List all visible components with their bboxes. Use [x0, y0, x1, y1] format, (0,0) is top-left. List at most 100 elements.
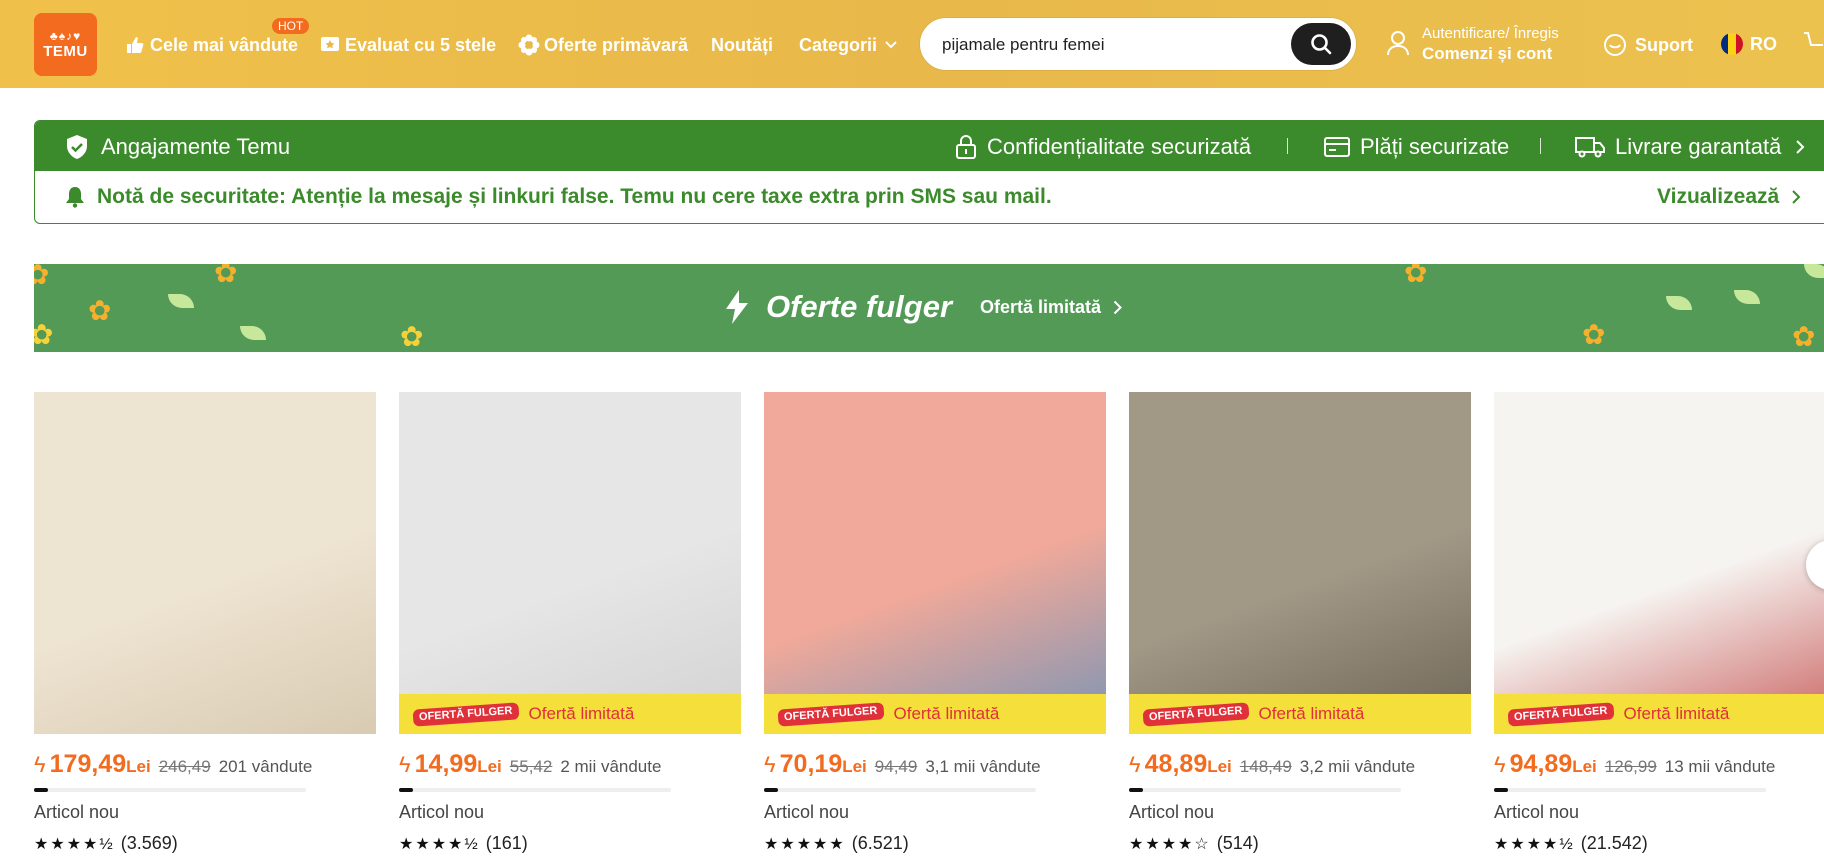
currency: Lei [126, 757, 151, 776]
currency: Lei [477, 757, 502, 776]
chevron-right-icon [1795, 139, 1805, 155]
product-card[interactable]: OFERTĂ FULGER Ofertă limitată ϟ 70,19 Le… [764, 392, 1106, 854]
product-card[interactable]: OFERTĂ FULGER Ofertă limitată ϟ 94,89 Le… [1494, 392, 1824, 854]
search-input[interactable] [942, 33, 1282, 57]
limited-offer-tag-label: Ofertă limitată [528, 704, 635, 723]
account-login-label: Autentificare/ Înregis [1422, 25, 1559, 42]
nav-news[interactable]: Noutăți [711, 33, 773, 57]
view-link[interactable]: Vizualizează [1657, 185, 1801, 209]
language-selector[interactable]: RO [1721, 33, 1777, 55]
security-notice-label: Notă de securitate: Atenție la mesaje și… [97, 185, 1052, 208]
lightning-icon: ϟ [34, 752, 46, 777]
product-card[interactable]: OFERTĂ FULGER Ofertă limitată ϟ 48,89 Le… [1129, 392, 1471, 854]
product-image[interactable]: OFERTĂ FULGER Ofertă limitată [399, 392, 741, 734]
commitments-header[interactable]: Angajamente Temu Confidențialitate secur… [35, 121, 1824, 171]
product-card[interactable]: OFERTĂ FULGER Ofertă limitată ϟ 14,99 Le… [399, 392, 741, 854]
review-count: (3.569) [120, 833, 178, 853]
product-card[interactable]: ϟ 179,49 Lei 246,49 201 vândute Articol … [34, 392, 376, 854]
lightning-icon: ϟ [1494, 752, 1506, 777]
flash-deals-banner[interactable]: ✿ ✿ ✿ ✿ ✿ ✿ ✿ ✿ Oferte fulger Ofertă lim… [34, 264, 1824, 352]
temu-logo[interactable]: ♣♠♪♥ TEMU [34, 13, 97, 76]
flower-icon [518, 34, 540, 56]
star-badge-icon [319, 34, 341, 56]
new-item-label: Articol nou [764, 802, 850, 822]
cart-icon[interactable] [1803, 30, 1824, 54]
sold-progress-bar [1129, 788, 1401, 792]
security-notice[interactable]: Notă de securitate: Atenție la mesaje și… [35, 171, 1824, 223]
lightning-icon [724, 289, 750, 325]
leaf-decoration [1666, 296, 1692, 310]
nav-bestsellers-label: Cele mai vândute [150, 34, 299, 55]
logo-text: TEMU [43, 43, 88, 60]
currency: Lei [1207, 757, 1232, 776]
search-button[interactable] [1291, 23, 1351, 65]
old-price: 246,49 [158, 757, 211, 776]
new-item-label: Articol nou [34, 802, 120, 822]
flash-deal-badge: OFERTĂ FULGER [777, 701, 884, 727]
current-price: 14,99 [414, 750, 478, 778]
rating-row: ★★★★★ (6.521) [764, 833, 1106, 854]
product-image[interactable] [34, 392, 376, 734]
bell-icon [65, 186, 85, 208]
hot-badge: HOT [272, 18, 310, 34]
sold-progress-fill [1129, 788, 1143, 792]
star-rating-icon: ★★★★½ [1494, 835, 1575, 853]
old-price: 126,99 [1604, 757, 1657, 776]
account-orders-label: Comenzi și cont [1422, 44, 1553, 63]
price-row: ϟ 94,89 Lei 126,99 13 mii vândute [1494, 750, 1824, 780]
nav-spring-offers[interactable]: Oferte primăvară [518, 33, 688, 57]
privacy-commitment[interactable]: Confidențialitate securizată [955, 134, 1251, 160]
security-notice-text: Notă de securitate: Atenție la mesaje și… [65, 185, 1052, 209]
chevron-right-icon [1113, 300, 1122, 315]
flower-decoration: ✿ [34, 319, 54, 350]
old-price: 55,42 [509, 757, 553, 776]
flower-decoration: ✿ [1582, 319, 1606, 350]
flash-deal-tag: OFERTĂ FULGER Ofertă limitată [1129, 694, 1471, 734]
logo-symbols: ♣♠♪♥ [49, 29, 82, 43]
product-image[interactable]: OFERTĂ FULGER Ofertă limitată [764, 392, 1106, 734]
sold-progress-bar [764, 788, 1036, 792]
flower-decoration: ✿ [1792, 321, 1816, 352]
sold-progress-fill [34, 788, 48, 792]
leaf-decoration [240, 326, 266, 340]
star-rating-icon: ★★★★★ [764, 835, 846, 853]
sold-progress-bar [34, 788, 306, 792]
review-count: (21.542) [1580, 833, 1648, 853]
price-row: ϟ 70,19 Lei 94,49 3,1 mii vândute [764, 750, 1106, 780]
chevron-down-icon [885, 41, 897, 49]
lock-icon [955, 134, 977, 160]
star-rating-icon: ★★★★½ [34, 835, 115, 853]
currency: Lei [842, 757, 867, 776]
truck-icon [1575, 135, 1605, 159]
product-image[interactable]: OFERTĂ FULGER Ofertă limitată [1494, 392, 1824, 734]
sold-count: 201 vândute [218, 757, 313, 776]
sold-count: 3,1 mii vândute [925, 757, 1041, 776]
leaf-decoration [168, 294, 194, 308]
sold-progress-bar [1494, 788, 1766, 792]
flower-decoration: ✿ [214, 264, 238, 288]
nav-bestsellers[interactable]: Cele mai vândute [124, 33, 298, 57]
view-label: Vizualizează [1657, 185, 1780, 208]
currency: Lei [1572, 757, 1597, 776]
limited-offer-link[interactable]: Ofertă limitată [980, 297, 1122, 318]
review-count: (514) [1216, 833, 1259, 853]
product-image[interactable]: OFERTĂ FULGER Ofertă limitată [1129, 392, 1471, 734]
account-menu[interactable]: Autentificare/ Înregis Comenzi și cont [1386, 24, 1578, 65]
commitments-title-label: Angajamente Temu [101, 134, 291, 159]
lightning-icon: ϟ [764, 752, 776, 777]
flower-decoration: ✿ [400, 321, 424, 352]
nav-categories[interactable]: Categorii [799, 33, 897, 57]
delivery-commitment[interactable]: Livrare garantată [1575, 134, 1805, 160]
lightning-icon: ϟ [399, 752, 411, 777]
review-count: (6.521) [851, 833, 909, 853]
top-header: ♣♠♪♥ TEMU Cele mai vândute HOT Evaluat c… [0, 0, 1824, 88]
thumbs-up-icon [124, 34, 146, 56]
leaf-decoration [1804, 264, 1824, 278]
flash-deal-tag: OFERTĂ FULGER Ofertă limitată [1494, 694, 1824, 734]
nav-five-stars[interactable]: Evaluat cu 5 stele [319, 33, 496, 57]
flash-deal-badge: OFERTĂ FULGER [1507, 701, 1614, 727]
sold-progress-bar [399, 788, 671, 792]
payments-commitment[interactable]: Plăți securizate [1324, 134, 1509, 160]
support-link[interactable]: Suport [1603, 33, 1693, 57]
current-price: 70,19 [779, 750, 843, 778]
